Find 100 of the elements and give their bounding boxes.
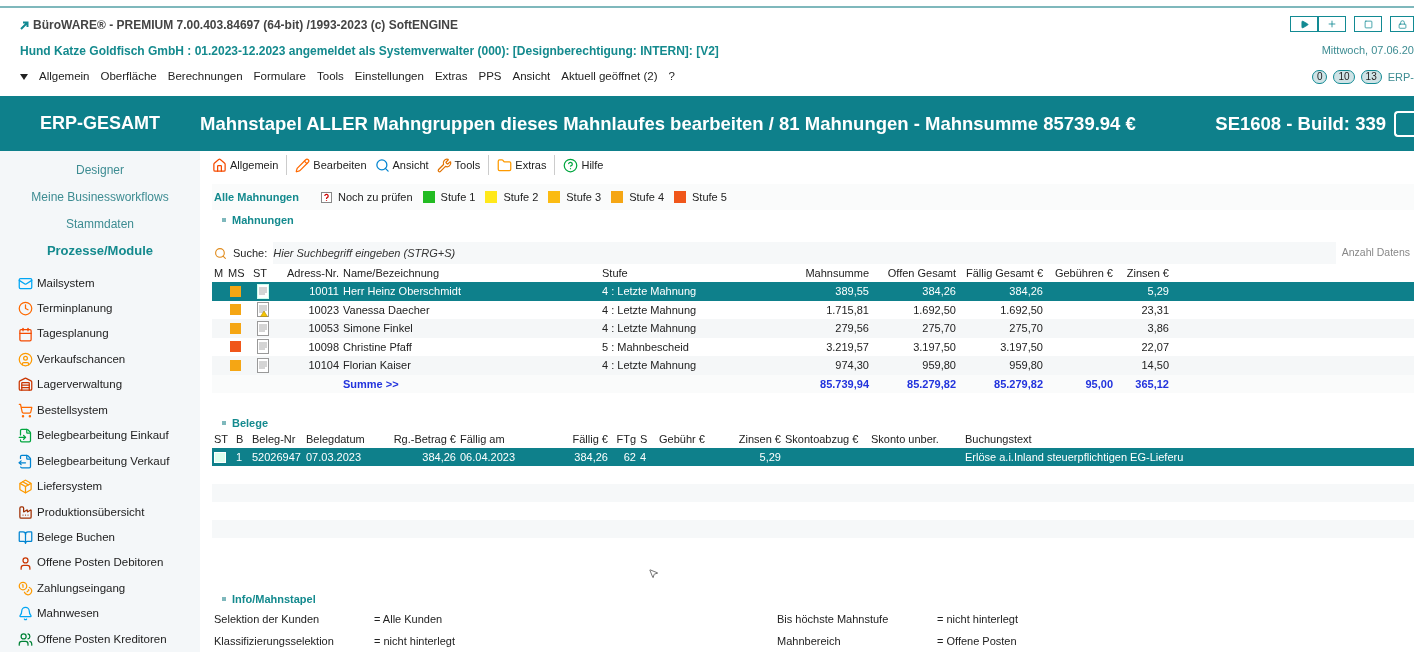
table-cell-text: 14,50 [1140,358,1170,373]
sidebar-item[interactable]: Mailsystem [0,270,200,296]
counter-badge[interactable]: 13 [1360,69,1382,84]
counter-badge[interactable]: 0 [1311,69,1328,84]
filter-tab[interactable]: Alle Mahnungen [212,188,301,206]
factory-icon [18,504,33,520]
sidebar-item[interactable]: Offene Posten Kreditoren [0,626,200,652]
sidebar-item[interactable]: Belegbearbeitung Verkauf [0,448,200,474]
column-header: S [639,432,649,448]
table-cell-text: 22,07 [1140,339,1170,355]
panel-icon[interactable] [1394,110,1414,137]
play-icon [1299,19,1309,29]
sidebar-item[interactable]: Liefersystem [0,474,200,500]
toolbar-button[interactable]: Ansicht [374,156,429,174]
menu-item[interactable]: Aktuell geöffnet (2) [561,68,658,86]
table-cell-text: 389,55 [834,284,870,299]
toolbar-button[interactable]: Hilfe [563,156,604,174]
bell-icon [18,606,33,622]
column-header: Zinsen € [737,432,782,448]
menu-item[interactable]: PPS [478,68,502,86]
table-cell-text: 4 : Letzte Mahnung [601,302,698,318]
filter-tab[interactable]: Stufe 3 [548,188,602,206]
menu-item[interactable]: Oberfläche [100,68,157,86]
info-label: Selektion der Kunden [213,611,321,627]
toolbar-button[interactable]: Extras [497,156,547,174]
sidebar-item[interactable]: Verkaufschancen [0,346,200,373]
table-cell-text: 10104 [307,358,340,373]
sidebar-link[interactable]: Stammdaten [0,210,200,238]
filter-tab[interactable]: Stufe 1 [422,188,476,206]
column-header: B [235,432,245,448]
sidebar-link[interactable]: Designer [0,157,200,184]
filter-tab[interactable]: Noch zu prüfen [320,188,413,206]
add-button[interactable] [1318,16,1346,32]
column-header: FTg [615,432,637,448]
sidebar-item[interactable]: Terminplanung [0,295,200,322]
person-icon [18,555,33,571]
table-row[interactable]: 10011 Herr Heinz Oberschmidt 4 : Letzte Mahnung 389,55 384,26 384,26 5,29 [212,282,1414,301]
arrow-icon [20,20,29,30]
table-row[interactable]: 1 52026947 07.03.2023 384,26 06.04.2023 384,26 62 4 5,29 Erlöse a.i.Inland steuerpflichtigen EG-Lieferu [212,448,1414,466]
warehouse-icon [18,377,33,393]
table-cell-text: 275,70 [921,321,957,336]
table-row[interactable]: 10053 Simone Finkel 4 : Letzte Mahnung 279,56 275,70 275,70 3,86 [212,319,1414,338]
menu-item[interactable]: Allgemein [39,68,90,86]
table-cell-text: 384,26 [921,284,957,299]
sidebar-item[interactable]: Tagesplanung [0,321,200,347]
menu-item[interactable]: Einstellungen [354,68,424,86]
info-label: Bis höchste Mahnstufe [776,611,890,627]
sum-cell-text: 85.279,82 [906,376,957,392]
package-icon [18,479,33,495]
caret-icon [20,73,28,80]
sidebar-item[interactable]: Belege Buchen [0,524,200,551]
document-icon [18,453,33,469]
search-field[interactable]: Hier Suchbegriff eingeben (STRG+S) [273,242,1336,264]
table-cell-text: 10023 [307,302,340,318]
sidebar-item[interactable]: Lagerverwaltung [0,372,200,398]
sidebar-link[interactable]: Meine Businessworkflows [0,183,200,211]
table-cell-text: 959,80 [921,358,957,373]
table-cell-text: 62 [622,449,637,465]
sidebar-item[interactable]: Produktionsübersicht [0,499,200,525]
sidebar-item[interactable]: Offene Posten Debitoren [0,550,200,576]
menu-item[interactable]: Berechnungen [167,68,243,86]
menu-item[interactable]: Formulare [253,68,306,86]
table-cell-text: 06.04.2023 [459,449,517,465]
company-line: Hund Katze Goldfisch GmbH : 01.2023-12.2023 angemeldet als Systemverwalter (000): [Designberechtigung: INTERN]: [V2] [20,43,720,60]
filter-tab[interactable]: Stufe 5 [674,188,727,206]
table-cell-text: 384,26 [1008,284,1044,299]
wrench-icon [436,157,452,173]
column-header: Fällig am [459,432,506,448]
table-cell-text: 4 : Letzte Mahnung [601,284,698,299]
menu-item[interactable]: Ansicht [512,68,551,86]
sidebar-link[interactable]: Prozesse/Module [0,237,200,265]
lock-button[interactable] [1390,16,1414,32]
column-header: Belegdatum [305,432,366,448]
table-cell-text: 5,29 [1146,284,1170,299]
column-header: Rg.-Betrag € [392,432,457,448]
section-title: Mahnungen [232,212,294,228]
menu-item[interactable]: ? [668,68,675,86]
menu-item[interactable]: Extras [434,68,468,86]
sidebar-item[interactable]: Zahlungseingang [0,575,200,602]
sidebar-item[interactable]: Belegbearbeitung Einkauf [0,423,200,449]
table-cell-text: 974,30 [834,358,870,373]
window-button[interactable] [1354,16,1382,32]
sidebar-item[interactable]: Mahnwesen [0,601,200,627]
menu-item[interactable]: Tools [317,68,344,86]
table-cell-text: 10098 [307,339,340,355]
counter-badge[interactable]: 10 [1333,69,1355,84]
record-count-label: Anzahl Datens [1341,245,1410,261]
filter-tab[interactable]: Stufe 2 [485,188,539,206]
toolbar-button[interactable]: Bearbeiten [295,156,367,174]
toolbar-button[interactable]: Allgemein [212,156,279,174]
question-icon [320,191,332,203]
sidebar-item[interactable]: Bestellsystem [0,397,200,424]
table-cell-text: Vanessa Daecher [342,302,431,318]
info-value: = nicht hinterlegt [936,611,1020,627]
info-label: Klassifizierungsselektion [213,633,335,649]
toolbar-button[interactable]: Tools [436,156,481,174]
filter-tab[interactable]: Stufe 4 [611,188,664,206]
column-header: Fällig Gesamt € [964,265,1044,281]
table-row[interactable]: 10104 Florian Kaiser 4 : Letzte Mahnung 974,30 959,80 959,80 14,50 [212,356,1414,375]
play-button[interactable] [1290,16,1318,32]
